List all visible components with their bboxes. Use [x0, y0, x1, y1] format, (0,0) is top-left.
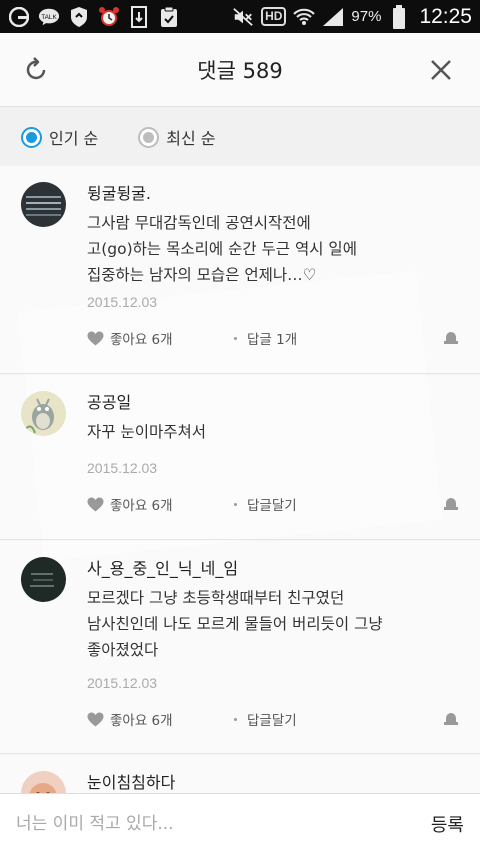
- report-button[interactable]: [443, 329, 459, 348]
- hd-icon: HD: [261, 7, 287, 26]
- comment-date: 2015.12.03: [87, 675, 158, 691]
- status-left: TALK: [8, 5, 180, 28]
- bullet-dot: [234, 717, 237, 721]
- comment-item: 사_용_중_인_닉_네_임 모르겠다 그냥 초등학생때부터 친구였던 남사친인데…: [0, 541, 480, 754]
- report-button[interactable]: [443, 710, 459, 729]
- status-right: HD 97% 12:25: [232, 4, 472, 29]
- download-icon: [128, 5, 150, 28]
- comment-author[interactable]: 사_용_중_인_닉_네_임: [87, 555, 238, 579]
- alarm-clock-icon: [98, 6, 120, 28]
- comment-line: 모르겠다 그냥 초등학생때부터 친구였던: [87, 589, 345, 607]
- comment-line: 자꾸 눈이마주쳐서: [87, 423, 207, 441]
- close-button[interactable]: [426, 55, 456, 85]
- like-count: 좋아요 6개: [110, 713, 173, 729]
- comment-list[interactable]: 뒹굴뒹굴. 그사람 무대감독인데 공연시작전에 고(go)하는 목소리에 순간 …: [0, 166, 480, 793]
- like-count: 좋아요 6개: [110, 332, 173, 348]
- comment-item: 뒹굴뒹굴. 그사람 무대감독인데 공연시작전에 고(go)하는 목소리에 순간 …: [0, 166, 480, 374]
- comment-date: 2015.12.03: [87, 294, 158, 310]
- comment-line: 고(go)하는 목소리에 순간 두근 역시 일에: [87, 240, 357, 258]
- status-bar: TALK HD 97% 12:25: [0, 0, 480, 33]
- wifi-icon: [293, 6, 316, 28]
- bullet-dot: [234, 336, 237, 340]
- comment-line: 좋아졌었다: [87, 641, 159, 659]
- comment-item: 눈이침침하다: [0, 755, 480, 793]
- sort-label-popular: 인기 순: [49, 129, 99, 148]
- report-button[interactable]: [443, 495, 459, 514]
- reply-button[interactable]: 답글달기: [234, 494, 297, 514]
- sort-bar: 인기 순 최신 순: [0, 108, 480, 166]
- comment-line: 집중하는 남자의 모습은 언제나…♡: [87, 266, 317, 284]
- comment-actions: 좋아요 6개 답글 1개: [87, 326, 467, 350]
- comment-text: 자꾸 눈이마주쳐서: [87, 419, 447, 445]
- siren-icon: [444, 332, 458, 344]
- comment-text: 그사람 무대감독인데 공연시작전에 고(go)하는 목소리에 순간 두근 역시 …: [87, 210, 447, 288]
- comment-date: 2015.12.03: [87, 460, 158, 476]
- mute-icon: [232, 6, 254, 28]
- avatar[interactable]: [21, 182, 66, 227]
- clipboard-check-icon: [158, 6, 180, 28]
- like-count: 좋아요 6개: [110, 498, 173, 514]
- comment-input-bar: 등록: [0, 793, 480, 853]
- signal-icon: [322, 6, 344, 28]
- avatar[interactable]: [21, 771, 66, 793]
- reply-label: 답글달기: [247, 713, 297, 729]
- battery-icon: [388, 4, 410, 29]
- like-button[interactable]: 좋아요 6개: [87, 328, 173, 348]
- like-button[interactable]: 좋아요 6개: [87, 709, 173, 729]
- heart-icon: [87, 712, 104, 726]
- comment-author[interactable]: 뒹굴뒹굴.: [87, 180, 151, 204]
- comment-input[interactable]: [16, 813, 431, 834]
- close-icon: [431, 60, 451, 80]
- reply-button[interactable]: 답글달기: [234, 709, 297, 729]
- refresh-button[interactable]: [22, 55, 52, 85]
- comment-text: 모르겠다 그냥 초등학생때부터 친구였던 남사친인데 나도 모르게 물들어 버리…: [87, 585, 447, 663]
- bullet-dot: [234, 502, 237, 506]
- comment-actions: 좋아요 6개 답글달기: [87, 707, 467, 731]
- comments-header: 댓글 589: [0, 33, 480, 107]
- comment-author[interactable]: 눈이침침하다: [87, 769, 175, 793]
- reply-count: 답글 1개: [247, 332, 298, 348]
- sort-option-popular[interactable]: 인기 순: [21, 125, 98, 149]
- comment-author[interactable]: 공공일: [87, 389, 131, 413]
- comment-actions: 좋아요 6개 답글달기: [87, 492, 467, 516]
- like-button[interactable]: 좋아요 6개: [87, 494, 173, 514]
- radio-unselected-icon[interactable]: [138, 126, 160, 148]
- kakaotalk-icon: TALK: [38, 6, 60, 28]
- refresh-icon: [26, 57, 46, 80]
- submit-button[interactable]: 등록: [431, 811, 464, 837]
- reply-button[interactable]: 답글 1개: [234, 328, 297, 348]
- avatar[interactable]: [21, 391, 66, 436]
- comment-item: 공공일 자꾸 눈이마주쳐서 2015.12.03 좋아요 6개 답글달기: [0, 375, 480, 540]
- app-g-icon: [8, 6, 30, 28]
- kakao-badge-text: TALK: [41, 13, 57, 20]
- radio-selected-icon[interactable]: [21, 126, 42, 148]
- comment-line: 남사친인데 나도 모르게 물들어 버리듯이 그냥: [87, 615, 383, 633]
- siren-icon: [444, 713, 458, 725]
- reply-label: 답글달기: [247, 498, 297, 514]
- siren-icon: [444, 498, 458, 510]
- heart-icon: [87, 331, 104, 345]
- sort-option-latest[interactable]: 최신 순: [138, 125, 216, 149]
- page-title: 댓글 589: [197, 58, 283, 83]
- sort-label-latest: 최신 순: [166, 129, 216, 148]
- heart-icon: [87, 497, 104, 511]
- shield-icon: [68, 6, 90, 28]
- comment-line: 그사람 무대감독인데 공연시작전에: [87, 214, 311, 232]
- avatar[interactable]: [21, 557, 66, 602]
- battery-percent: 97%: [351, 8, 382, 25]
- clock-time: 12:25: [419, 4, 472, 28]
